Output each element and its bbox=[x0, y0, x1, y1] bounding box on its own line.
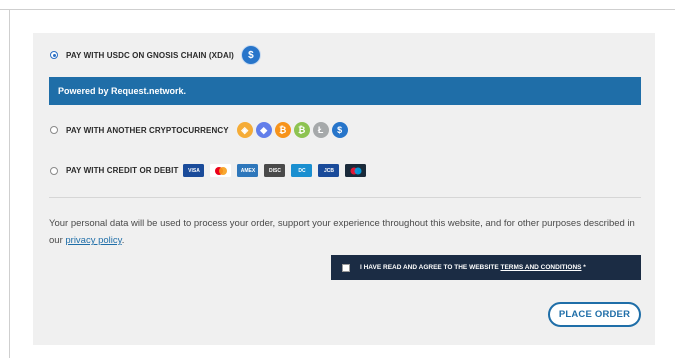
payment-option-usdc-label: PAY WITH USDC ON GNOSIS CHAIN (XDAI) bbox=[66, 50, 234, 60]
payment-option-card[interactable]: PAY WITH CREDIT OR DEBIT VISA AMEX DISC DC J… bbox=[50, 164, 372, 177]
radio-crypto[interactable] bbox=[50, 126, 58, 134]
terms-text: I HAVE READ AND AGREE TO THE WEBSITE bbox=[360, 264, 501, 271]
terms-and-conditions-link[interactable]: TERMS AND CONDITIONS bbox=[500, 264, 581, 271]
ethereum-icon: ◆ bbox=[255, 122, 272, 138]
mastercard-icon bbox=[210, 164, 232, 177]
privacy-text-after: . bbox=[121, 235, 125, 246]
usdc-icon: $ bbox=[240, 45, 261, 65]
powered-by-text: Powered by Request.network. bbox=[58, 86, 187, 96]
privacy-notice: Your personal data will be used to proce… bbox=[49, 215, 649, 249]
place-order-button[interactable]: PLACE ORDER bbox=[548, 302, 641, 327]
payment-option-usdc[interactable]: PAY WITH USDC ON GNOSIS CHAIN (XDAI) $ bbox=[50, 45, 261, 65]
terms-checkbox[interactable] bbox=[342, 263, 350, 272]
bitcoin-icon: ₿ bbox=[274, 122, 291, 138]
divider bbox=[49, 197, 641, 198]
bitcoin-cash-icon: ₿ bbox=[293, 122, 310, 138]
payment-option-crypto[interactable]: PAY WITH ANOTHER CRYPTOCURRENCY ◈ ◆ ₿ ₿ Ł $ bbox=[50, 122, 351, 138]
diners-club-icon: DC bbox=[291, 164, 313, 177]
terms-label: I HAVE READ AND AGREE TO THE WEBSITE TER… bbox=[360, 264, 586, 271]
radio-usdc[interactable] bbox=[50, 51, 58, 59]
maestro-icon bbox=[345, 164, 367, 177]
discover-icon: DISC bbox=[264, 164, 286, 177]
jcb-icon: JCB bbox=[318, 164, 340, 177]
powered-by-banner: Powered by Request.network. bbox=[49, 77, 641, 105]
payment-option-crypto-label: PAY WITH ANOTHER CRYPTOCURRENCY bbox=[66, 125, 229, 135]
usdc-icon: $ bbox=[331, 122, 348, 138]
privacy-text-before: Your personal data will be used to proce… bbox=[49, 218, 635, 246]
privacy-policy-link[interactable]: privacy policy bbox=[65, 235, 121, 246]
radio-card[interactable] bbox=[50, 166, 58, 175]
visa-icon: VISA bbox=[183, 164, 205, 177]
page-border-left bbox=[9, 9, 10, 358]
page-border-top bbox=[0, 9, 675, 10]
amex-icon: AMEX bbox=[237, 164, 259, 177]
crypto-icons: ◈ ◆ ₿ ₿ Ł $ bbox=[236, 122, 351, 138]
litecoin-icon: Ł bbox=[312, 122, 329, 138]
terms-agreement: I HAVE READ AND AGREE TO THE WEBSITE TER… bbox=[331, 255, 641, 280]
terms-required-marker: * bbox=[581, 264, 586, 271]
card-icons: VISA AMEX DISC DC JCB bbox=[183, 164, 372, 177]
dai-icon: ◈ bbox=[236, 122, 253, 138]
payment-panel: PAY WITH USDC ON GNOSIS CHAIN (XDAI) $ P… bbox=[33, 33, 655, 345]
payment-option-card-label: PAY WITH CREDIT OR DEBIT bbox=[66, 166, 179, 175]
